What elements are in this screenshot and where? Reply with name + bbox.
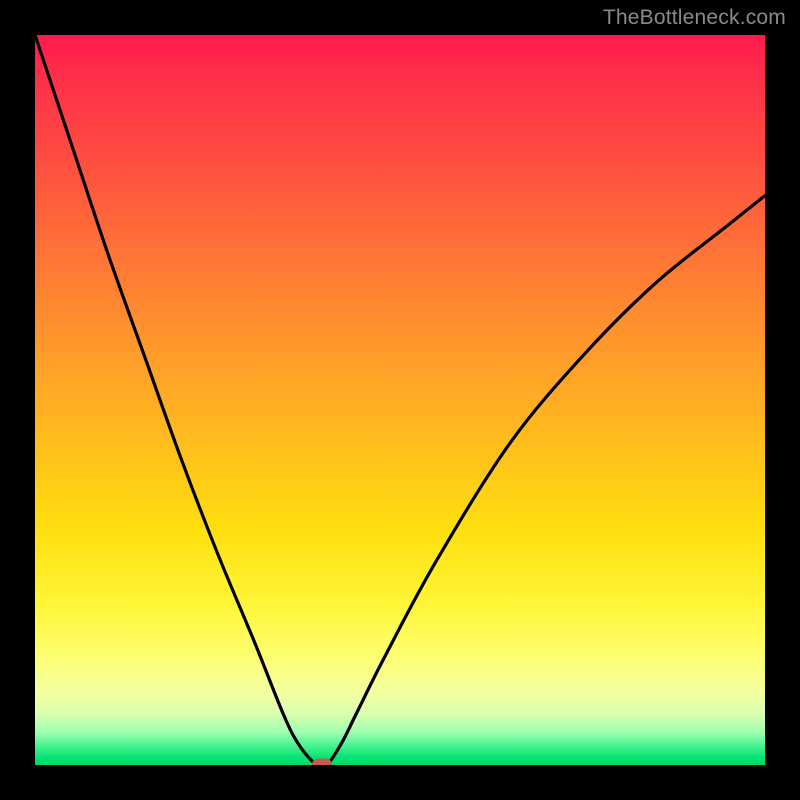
optimal-point-marker [312, 759, 332, 766]
chart-frame: TheBottleneck.com [0, 0, 800, 800]
bottleneck-curve [35, 35, 765, 765]
plot-area [35, 35, 765, 765]
watermark-text: TheBottleneck.com [603, 6, 786, 30]
